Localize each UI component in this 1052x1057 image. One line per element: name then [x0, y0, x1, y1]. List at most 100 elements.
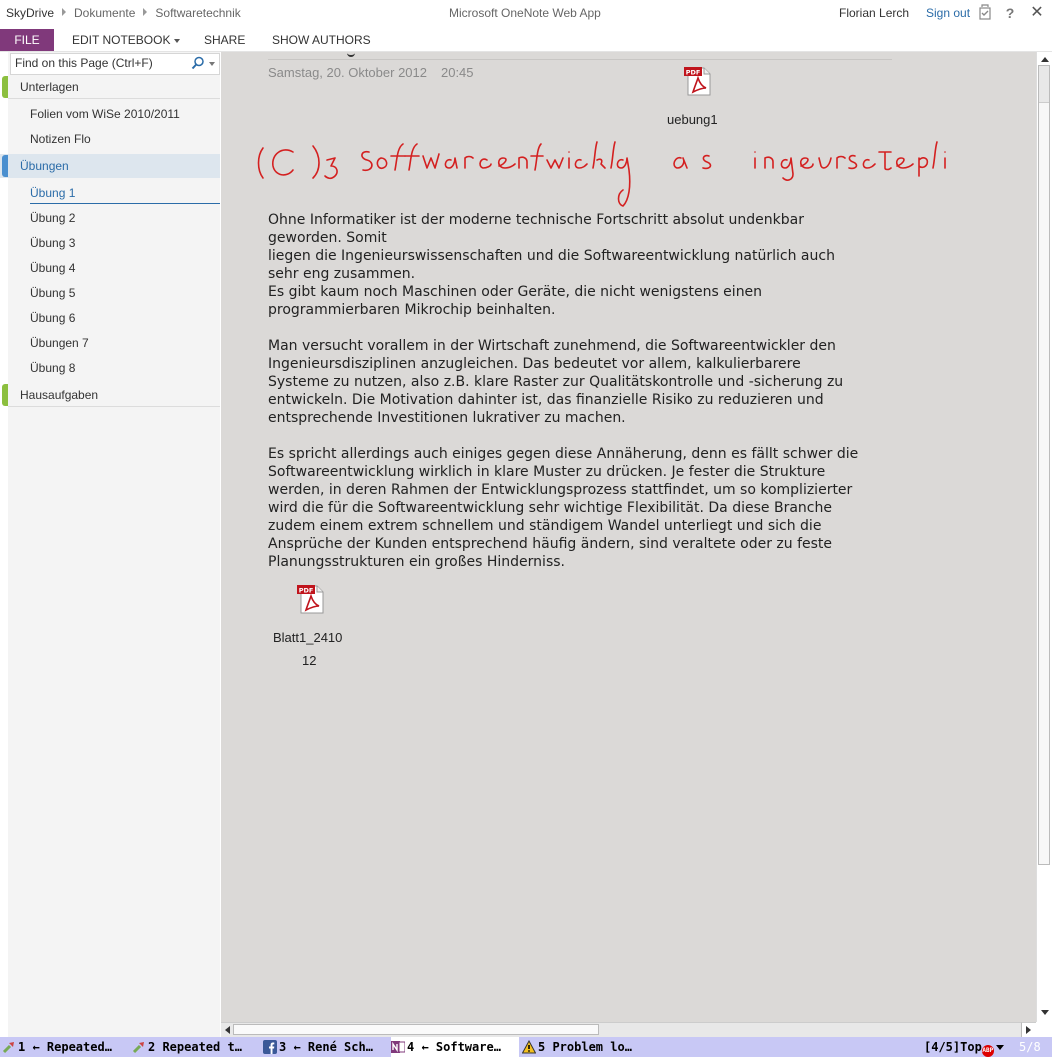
- horizontal-scrollbar[interactable]: [221, 1022, 1036, 1037]
- pdf-badge: PDF: [686, 68, 701, 76]
- page-canvas[interactable]: Samstag, 20. Oktober 2012 20:45 PDF uebun…: [221, 52, 1036, 1022]
- pdf-badge: PDF: [299, 586, 314, 594]
- search-options-chevron-icon[interactable]: [209, 62, 215, 66]
- scroll-down-arrow-icon[interactable]: [1041, 1010, 1049, 1015]
- text-line: liegen die Ingenieurswissenschaften und …: [268, 248, 835, 264]
- page-title-line: [268, 59, 892, 60]
- breadcrumb-softwaretechnik[interactable]: Softwaretechnik: [155, 6, 240, 20]
- page-item-uebung-2[interactable]: Übung 2: [30, 208, 220, 228]
- pdf-attachment-blatt1[interactable]: PDF: [291, 584, 331, 617]
- show-authors-tab[interactable]: SHOW AUTHORS: [272, 33, 371, 47]
- browser-tab-4-current[interactable]: 4 ← Software…: [391, 1037, 519, 1057]
- text-line: Planungsstrukturen ein großes Hinderniss…: [268, 554, 565, 570]
- pdf-file-icon: PDF: [297, 585, 324, 614]
- page-item-uebung-4[interactable]: Übung 4: [30, 258, 220, 278]
- breadcrumb-dokumente[interactable]: Dokumente: [74, 6, 135, 20]
- search-input[interactable]: [15, 56, 185, 70]
- text-line: Softwareentwicklung wirklich in klare Mu…: [268, 464, 826, 480]
- pdf-attachment-uebung1[interactable]: PDF: [678, 66, 718, 99]
- text-line: Ohne Informatiker ist der moderne techni…: [268, 212, 804, 228]
- edit-notebook-tab[interactable]: EDIT NOTEBOOK: [72, 33, 181, 47]
- adblock-icon[interactable]: ABP: [981, 1045, 994, 1057]
- section-color-tab: [2, 384, 8, 406]
- help-icon[interactable]: ?: [1002, 4, 1018, 22]
- page-item-notizen[interactable]: Notizen Flo: [30, 129, 220, 149]
- browser-tab-5[interactable]: 5 Problem lo…: [522, 1037, 648, 1057]
- section-hausaufgaben[interactable]: Hausaufgaben: [0, 383, 220, 407]
- scroll-right-button[interactable]: [1021, 1022, 1036, 1037]
- text-line: Man versucht vorallem in der Wirtschaft …: [268, 338, 836, 354]
- text-line: Es spricht allerdings auch einiges gegen…: [268, 446, 859, 462]
- app-title: Microsoft OneNote Web App: [449, 6, 601, 20]
- text-line: Ingenieursdisziplinen anzugleichen. Das …: [268, 356, 801, 372]
- paragraph-2: Man versucht vorallem in der Wirtschaft …: [268, 337, 898, 427]
- page-item-uebung-8[interactable]: Übung 8: [30, 358, 220, 378]
- position-text: [4/5]Top: [924, 1040, 982, 1054]
- browser-tab-1[interactable]: 1 ← Repeated…: [2, 1037, 130, 1057]
- search-icon[interactable]: [191, 56, 205, 70]
- attachment-name-line-1[interactable]: Blatt1_2410: [273, 630, 342, 645]
- facebook-icon: [263, 1040, 277, 1054]
- ribbon: FILE EDIT NOTEBOOK SHARE SHOW AUTHORS: [0, 29, 1052, 52]
- page-item-uebung-3[interactable]: Übung 3: [30, 233, 220, 253]
- breadcrumb-separator-icon: [62, 8, 67, 16]
- text-line: Systeme zu nutzen, also z.B. klare Raste…: [268, 374, 844, 390]
- browser-tab-3[interactable]: 3 ← René Sch…: [263, 1037, 389, 1057]
- tab-label: 5 Problem lo…: [538, 1040, 632, 1054]
- vertical-scroll-thumb[interactable]: [1038, 65, 1050, 865]
- tab-label: 1 ← Repeated…: [18, 1040, 112, 1054]
- checkin-icon[interactable]: [977, 4, 993, 22]
- breadcrumb-separator-icon: [143, 8, 148, 16]
- tab-label: 4 ← Software…: [407, 1040, 501, 1054]
- page-item-uebung-6[interactable]: Übung 6: [30, 308, 220, 328]
- file-tab[interactable]: FILE: [0, 29, 54, 51]
- page-title-fragment: [347, 52, 355, 57]
- chevron-down-icon[interactable]: [995, 1045, 1004, 1050]
- text-line: zudem einem extrem schnellem und ständig…: [268, 518, 822, 534]
- vertical-scrollbar[interactable]: [1036, 52, 1052, 1022]
- scroll-position-indicator: [4/5]TopABP: [924, 1037, 1004, 1057]
- top-bar: SkyDrive Dokumente Softwaretechnik Microso…: [0, 0, 1052, 28]
- browser-tab-2[interactable]: 2 Repeated t…: [132, 1037, 260, 1057]
- page-item-folien[interactable]: Folien vom WiSe 2010/2011: [30, 104, 220, 124]
- page-item-uebung-1[interactable]: Übung 1: [30, 183, 220, 204]
- paragraph-1: Ohne Informatiker ist der moderne techni…: [268, 211, 898, 319]
- section-unterlagen[interactable]: Unterlagen: [0, 75, 220, 99]
- text-line: werden, in deren Rahmen der Entwicklungs…: [268, 482, 853, 498]
- text-line: Es gibt kaum noch Maschinen oder Geräte,…: [268, 284, 763, 300]
- attachment-name-line-2[interactable]: 12: [302, 653, 316, 668]
- page-item-uebung-5[interactable]: Übung 5: [30, 283, 220, 303]
- scroll-left-arrow-icon[interactable]: [225, 1026, 230, 1034]
- sign-out-link[interactable]: Sign out: [926, 6, 970, 20]
- text-line: wird die für die Softwareentwicklung seh…: [268, 500, 832, 516]
- section-uebungen[interactable]: Übungen: [0, 154, 220, 178]
- page-body-text[interactable]: Ohne Informatiker ist der moderne techni…: [268, 211, 898, 589]
- scroll-up-arrow-icon[interactable]: [1041, 57, 1049, 62]
- handwritten-ink[interactable]: [251, 130, 951, 210]
- tools-icon: [132, 1042, 144, 1054]
- navigation-pane: Unterlagen Folien vom WiSe 2010/2011 Not…: [0, 52, 220, 1037]
- page-time: 20:45: [440, 65, 474, 80]
- browser-status-bar: 1 ← Repeated… 2 Repeated t… 3 ← René Sch…: [0, 1037, 1052, 1057]
- edit-notebook-label: EDIT NOTEBOOK: [72, 33, 171, 47]
- text-line: geworden. Somit: [268, 230, 387, 246]
- text-line: entsprechende Investitionen lukrativer z…: [268, 410, 626, 426]
- section-label: Hausaufgaben: [20, 388, 99, 402]
- section-color-tab: [2, 76, 8, 98]
- tab-count: 5/8: [1019, 1040, 1041, 1054]
- paragraph-3: Es spricht allerdings auch einiges gegen…: [268, 445, 898, 571]
- breadcrumb-skydrive[interactable]: SkyDrive: [6, 6, 54, 20]
- share-tab[interactable]: SHARE: [204, 33, 245, 47]
- section-color-tab: [2, 155, 8, 177]
- page-date: Samstag, 20. Oktober 2012: [268, 65, 427, 80]
- section-label: Unterlagen: [20, 80, 79, 94]
- close-icon[interactable]: ✕: [1029, 4, 1045, 22]
- horizontal-scroll-thumb[interactable]: [233, 1024, 599, 1035]
- section-label: Übungen: [20, 159, 69, 173]
- attachment-name[interactable]: uebung1: [667, 112, 718, 127]
- page-item-uebungen-7[interactable]: Übungen 7: [30, 333, 220, 353]
- user-name[interactable]: Florian Lerch: [839, 6, 909, 20]
- tab-label: 2 Repeated t…: [148, 1040, 242, 1054]
- warning-icon: [522, 1040, 536, 1054]
- search-box[interactable]: [10, 53, 220, 75]
